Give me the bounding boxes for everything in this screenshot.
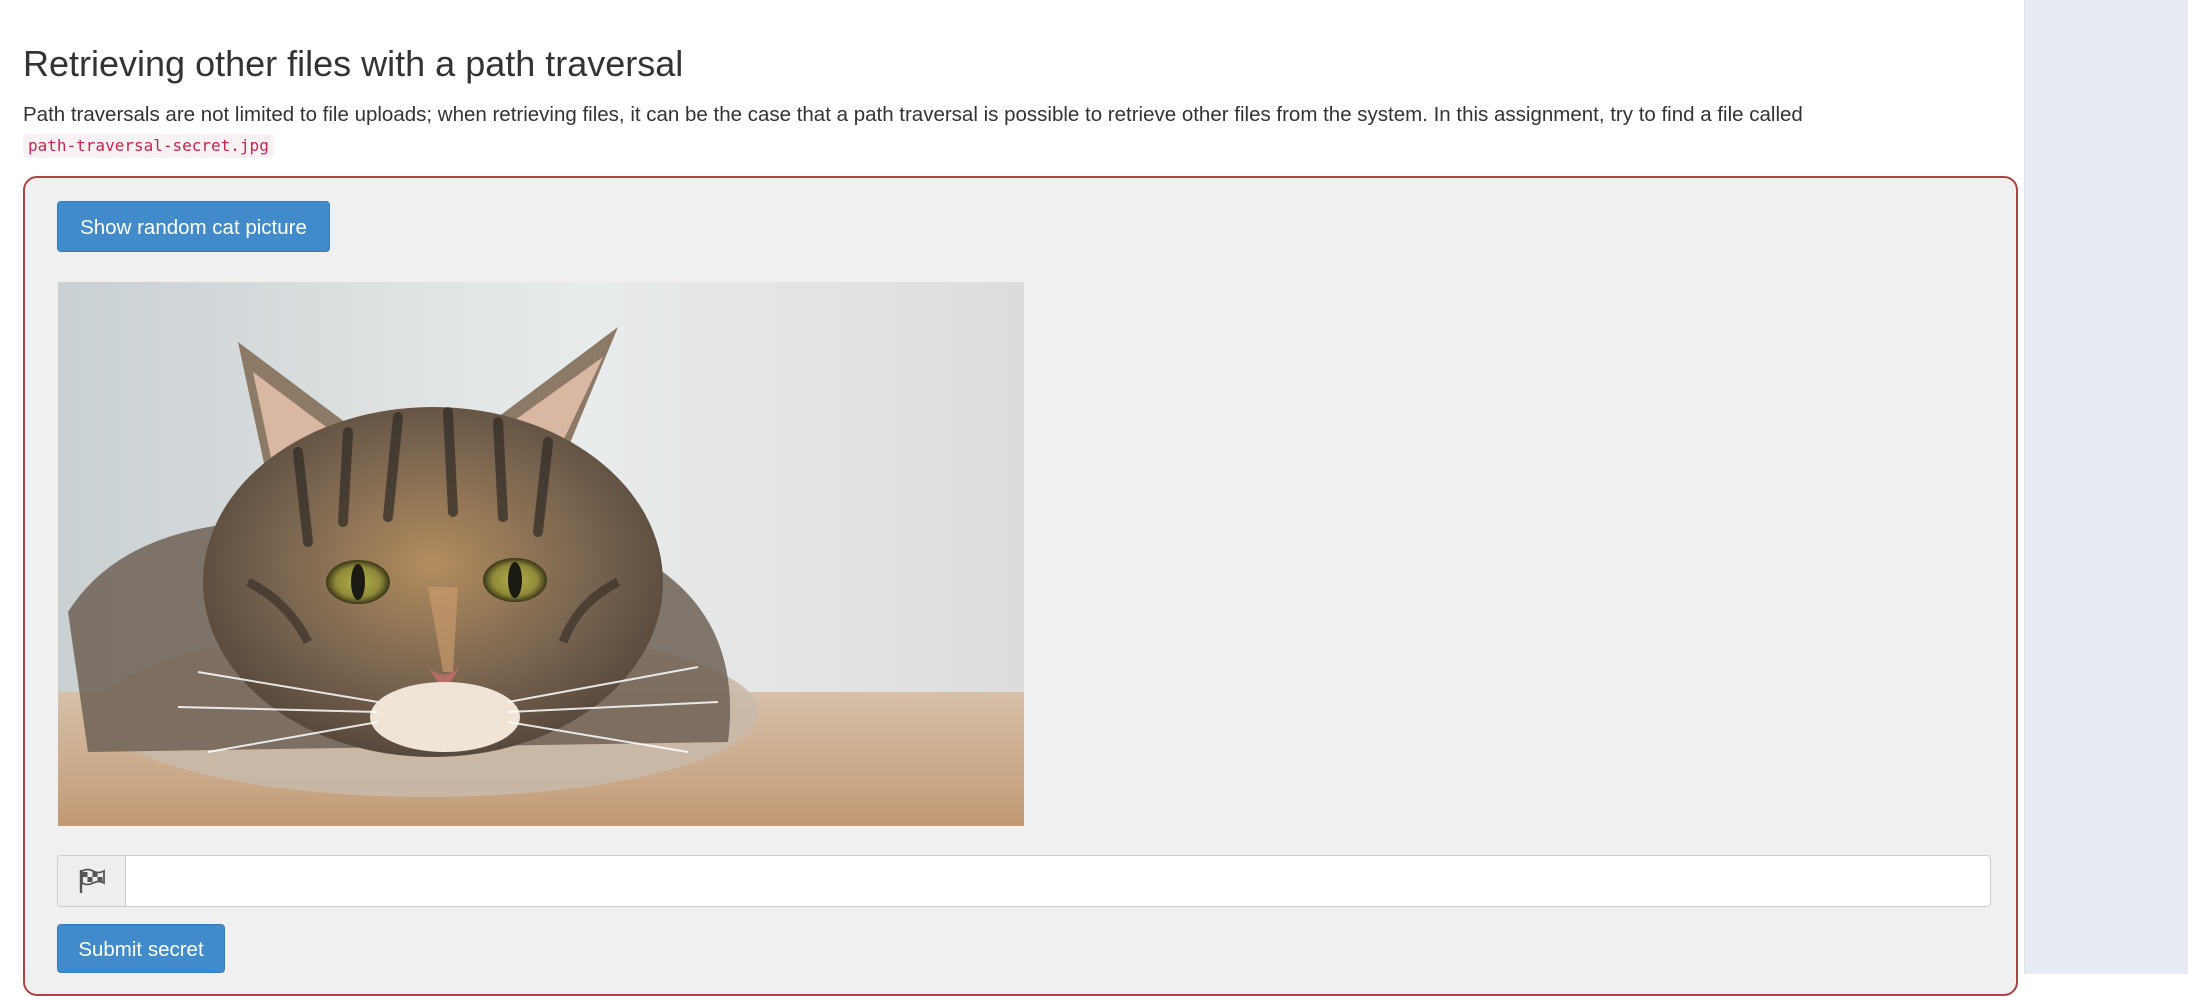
target-filename-code: path-traversal-secret.jpg <box>23 134 274 158</box>
submit-secret-button[interactable]: Submit secret <box>57 924 225 973</box>
secret-input-group <box>57 855 1991 907</box>
lesson-title: Retrieving other files with a path trave… <box>23 43 684 84</box>
lesson-content: Retrieving other files with a path trave… <box>23 0 2018 996</box>
cat-picture <box>58 282 1024 826</box>
secret-input[interactable] <box>126 856 1990 906</box>
lesson-description: Path traversals are not limited to file … <box>23 100 2013 160</box>
right-gutter <box>2024 0 2188 974</box>
show-random-cat-button[interactable]: Show random cat picture <box>57 201 330 252</box>
assignment-panel: Show random cat picture Submit secret <box>23 176 2018 996</box>
flag-checkered-icon <box>58 856 126 906</box>
lesson-description-text: Path traversals are not limited to file … <box>23 103 1803 126</box>
